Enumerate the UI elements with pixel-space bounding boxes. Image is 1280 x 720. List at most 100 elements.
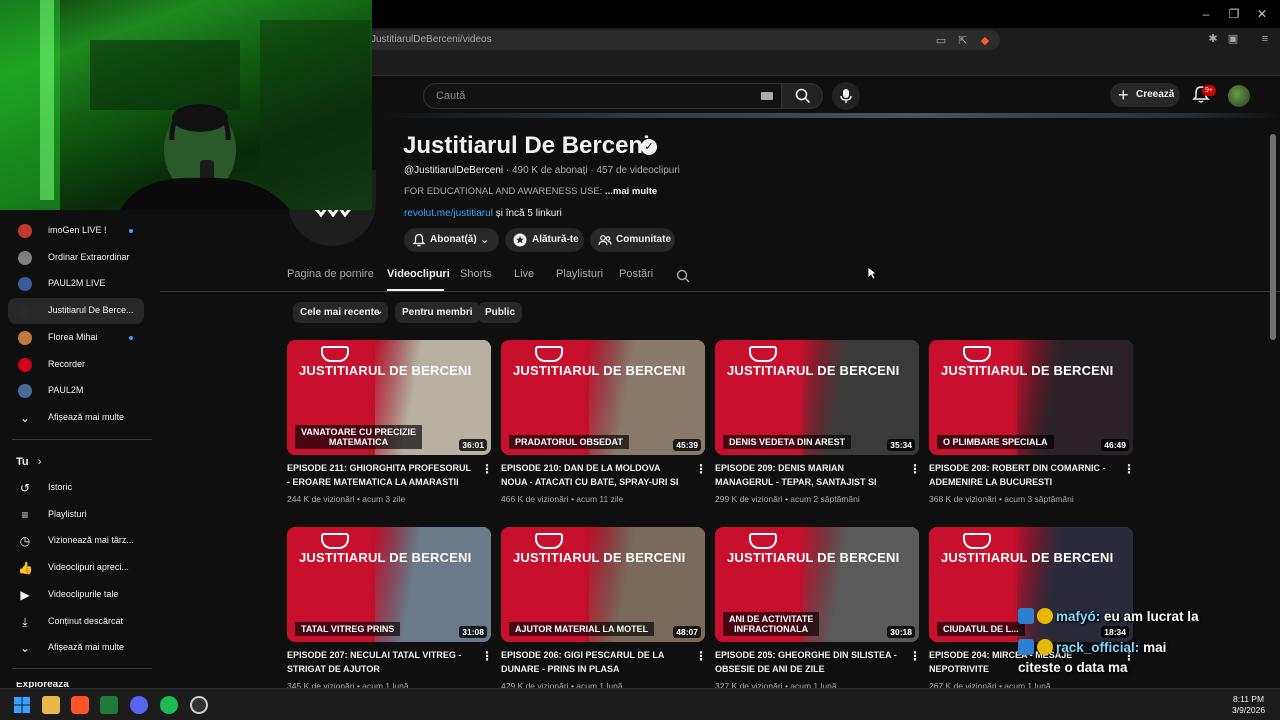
public-chip[interactable]: Public xyxy=(478,302,523,323)
more-options-icon[interactable]: ⋮ xyxy=(481,462,493,476)
video-card[interactable]: JUSTITIARUL DE BERCENI VANATOARE CU PRECI… xyxy=(287,340,493,510)
sidebar-item[interactable]: ▶ Videoclipurile tale xyxy=(8,582,144,608)
page-scrollbar[interactable] xyxy=(1270,134,1276,340)
sidebar-subscription-item[interactable]: imoGen LIVE ! xyxy=(8,218,144,244)
channel-description[interactable]: FOR EDUCATIONAL AND AWARENESS USE: ...ma… xyxy=(404,186,657,197)
sidebar-subscription-item[interactable]: Florea Mihai xyxy=(8,325,144,351)
video-card[interactable]: JUSTITIARUL DE BERCENI PRADATORUL OBSEDAT… xyxy=(501,340,707,510)
channel-link[interactable]: revolut.me/justitiarul xyxy=(404,208,493,219)
video-thumbnail[interactable]: JUSTITIARUL DE BERCENI DENIS VEDETA DIN A… xyxy=(715,340,919,455)
keyboard-icon[interactable] xyxy=(761,92,773,100)
community-button[interactable]: Comunitate xyxy=(590,228,675,252)
video-thumbnail[interactable]: JUSTITIARUL DE BERCENI CIUDATUL DE L... 18… xyxy=(929,527,1133,642)
tab-home[interactable]: Pagina de pornire xyxy=(287,268,374,280)
tab-playlists[interactable]: Playlisturi xyxy=(556,268,603,280)
join-button[interactable]: Alătură-te xyxy=(505,228,584,252)
sort-chip[interactable]: Cele mai recente ⌄ xyxy=(293,302,388,323)
sidebar-item[interactable]: 👍 Videoclipuri apreci... xyxy=(8,555,144,581)
video-thumbnail[interactable]: JUSTITIARUL DE BERCENI VANATOARE CU PRECI… xyxy=(287,340,491,455)
more-options-icon[interactable]: ⋮ xyxy=(695,649,707,663)
channel-search-icon[interactable] xyxy=(676,269,690,283)
video-title[interactable]: EPISODE 211: GHIORGHITA PROFESORUL - ERO… xyxy=(287,462,473,489)
extensions-icon[interactable]: ✱ xyxy=(1206,32,1220,46)
account-avatar[interactable] xyxy=(1228,85,1250,107)
video-card[interactable]: JUSTITIARUL DE BERCENI ANI DE ACTIVITATE … xyxy=(715,527,921,691)
sidebar-item[interactable]: ↺ Istoric xyxy=(8,475,144,501)
sidebar-subscription-item[interactable]: Ordinar Extraordinar xyxy=(8,245,144,271)
tab-videos[interactable]: Videoclipuri xyxy=(387,268,450,280)
tab-posts[interactable]: Postări xyxy=(619,268,653,280)
search-button[interactable] xyxy=(781,83,823,109)
description-more-link[interactable]: ...mai multe xyxy=(605,186,657,197)
spotify-icon[interactable] xyxy=(160,696,178,714)
video-card[interactable]: JUSTITIARUL DE BERCENI AJUTOR MATERIAL LA… xyxy=(501,527,707,691)
sidebar-item[interactable]: ◷ Vizionează mai târz... xyxy=(8,528,144,554)
tab-live[interactable]: Live xyxy=(514,268,534,280)
live-indicator-dot xyxy=(129,229,133,233)
voice-search-button[interactable] xyxy=(832,82,860,110)
more-options-icon[interactable]: ⋮ xyxy=(909,649,921,663)
chat-badge-icon xyxy=(1018,608,1034,624)
video-card[interactable]: JUSTITIARUL DE BERCENI O PLIMBARE SPECIAL… xyxy=(929,340,1135,510)
thumbnail-caption: VANATOARE CU PRECIZIE MATEMATICA xyxy=(295,425,423,449)
channel-avatar-icon xyxy=(18,330,32,345)
video-title[interactable]: EPISODE 209: DENIS MARIAN MANAGERUL - TE… xyxy=(715,462,901,489)
sidebar-item[interactable]: ≡ Playlisturi xyxy=(8,502,144,528)
sidebar-subscription-item[interactable]: PAUL2M LIVE xyxy=(8,271,144,297)
video-title[interactable]: EPISODE 205: GHEORGHE DIN SILISTEA - OBS… xyxy=(715,649,901,676)
share-icon[interactable]: ⇱ xyxy=(956,34,970,48)
video-thumbnail[interactable]: JUSTITIARUL DE BERCENI AJUTOR MATERIAL LA… xyxy=(501,527,705,642)
video-title[interactable]: EPISODE 210: DAN DE LA MOLDOVA NOUA - AT… xyxy=(501,462,687,489)
more-links[interactable]: și încă 5 linkuri xyxy=(496,208,562,219)
file-explorer-icon[interactable] xyxy=(42,696,60,714)
more-options-icon[interactable]: ⋮ xyxy=(909,462,921,476)
view-count: 299 K de vizionări xyxy=(715,494,783,504)
windows-start-icon[interactable] xyxy=(13,696,31,714)
thumbnail-caption: DENIS VEDETA DIN AREST xyxy=(723,435,852,449)
video-thumbnail[interactable]: JUSTITIARUL DE BERCENI TATAL VITREG PRINS… xyxy=(287,527,491,642)
xbox-icon[interactable] xyxy=(100,696,118,714)
cast-icon[interactable]: ▭ xyxy=(934,34,948,48)
video-title[interactable]: EPISODE 206: GIGI PESCARUL DE LA DUNARE … xyxy=(501,649,687,676)
more-options-icon[interactable]: ⋮ xyxy=(1123,462,1135,476)
more-options-icon[interactable]: ⋮ xyxy=(481,649,493,663)
sidebar-subscription-item[interactable]: Justitiarul De Berce... xyxy=(8,298,144,325)
video-meta: 368 K de vizionări • acum 3 săptămâni xyxy=(929,494,1074,504)
obs-icon[interactable] xyxy=(190,696,208,714)
subscribed-button[interactable]: Abonat(ă) ⌄ xyxy=(404,228,499,252)
url-field[interactable]: JustitiarulDeBerceni/videos ▭ ⇱ ◆ xyxy=(360,30,1000,50)
create-button[interactable]: + Creează xyxy=(1110,83,1180,107)
close-window-icon[interactable]: ✕ xyxy=(1254,6,1270,22)
sidebar-subscription-item[interactable]: Recorder xyxy=(8,352,144,378)
video-card[interactable]: JUSTITIARUL DE BERCENI TATAL VITREG PRINS… xyxy=(287,527,493,691)
channel-meta: @JustitiarulDeBerceni · 490 K de abonați… xyxy=(404,165,680,176)
microphone-icon xyxy=(840,89,852,103)
taskbar-clock[interactable]: 8:11 PM 3/9/2026 xyxy=(1232,694,1265,716)
sidebar-subscription-item[interactable]: PAUL2M xyxy=(8,378,144,404)
brave-browser-icon[interactable] xyxy=(71,696,89,714)
thumbnail-caption: ANI DE ACTIVITATE INFRACTIONALA xyxy=(723,612,820,636)
minimize-icon[interactable]: – xyxy=(1198,6,1214,22)
discord-icon[interactable] xyxy=(130,696,148,714)
brave-shield-icon[interactable]: ◆ xyxy=(978,34,992,48)
sidebar-item-label: Videoclipuri apreci... xyxy=(48,562,129,573)
video-thumbnail[interactable]: JUSTITIARUL DE BERCENI O PLIMBARE SPECIAL… xyxy=(929,340,1133,455)
video-title[interactable]: EPISODE 208: ROBERT DIN COMARNIC - ADEME… xyxy=(929,462,1115,489)
chevron-down-icon: ⌄ xyxy=(19,641,31,655)
video-title[interactable]: EPISODE 207: NECULAI TATAL VITREG - STRI… xyxy=(287,649,473,676)
sidebar-show-more-2[interactable]: ⌄ Afișează mai multe xyxy=(8,635,144,661)
thumbnail-crest-icon xyxy=(749,346,777,362)
tab-shorts[interactable]: Shorts xyxy=(460,268,492,280)
maximize-icon[interactable]: ❐ xyxy=(1226,6,1242,22)
sidebar-item[interactable]: ⤓ Conținut descărcat xyxy=(8,609,144,635)
members-chip[interactable]: Pentru membri xyxy=(395,302,480,323)
video-thumbnail[interactable]: JUSTITIARUL DE BERCENI PRADATORUL OBSEDAT… xyxy=(501,340,705,455)
search-input[interactable]: Caută xyxy=(423,83,781,109)
video-card[interactable]: JUSTITIARUL DE BERCENI DENIS VEDETA DIN A… xyxy=(715,340,921,510)
wallet-icon[interactable]: ▣ xyxy=(1226,32,1240,46)
more-options-icon[interactable]: ⋮ xyxy=(695,462,707,476)
video-thumbnail[interactable]: JUSTITIARUL DE BERCENI ANI DE ACTIVITATE … xyxy=(715,527,919,642)
you-section-title[interactable]: Tu › xyxy=(16,456,41,468)
sidebar-show-more[interactable]: ⌄ Afișează mai multe xyxy=(8,405,144,431)
menu-icon[interactable]: ≡ xyxy=(1258,32,1272,46)
